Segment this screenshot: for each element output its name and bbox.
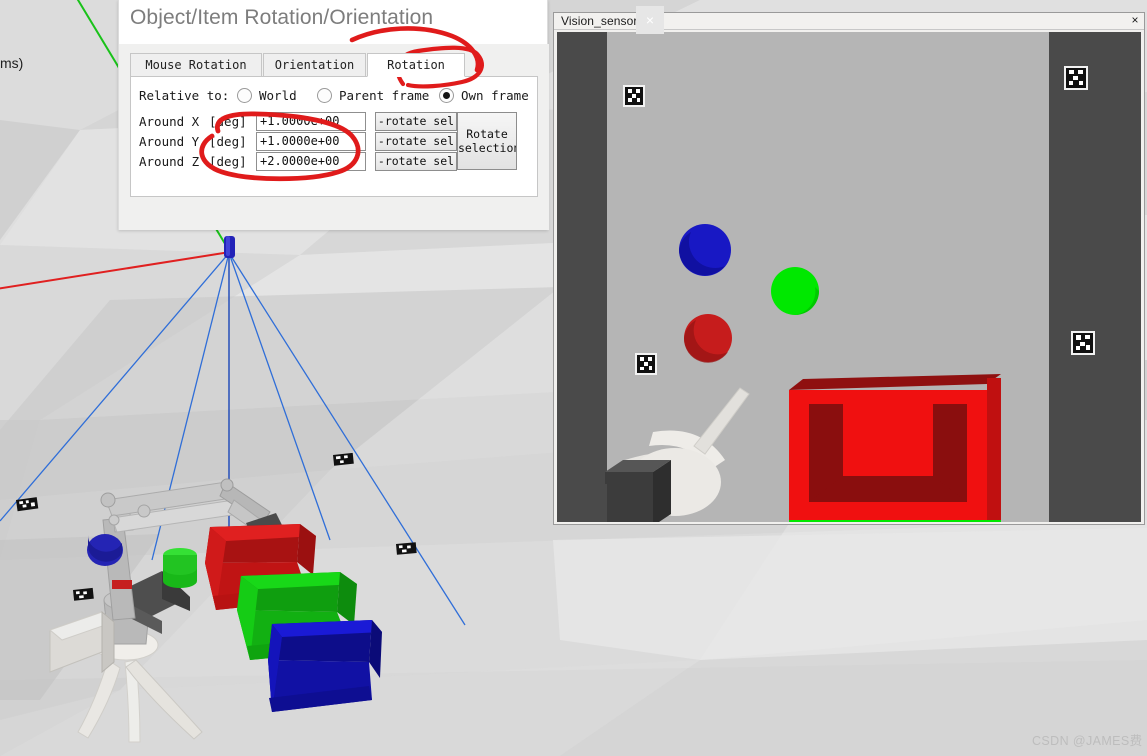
vision-sensor-render — [557, 32, 1141, 522]
relative-to-label: Relative to: — [139, 88, 230, 103]
around-y-rotate-button[interactable]: -rotate sel — [375, 132, 457, 151]
rotation-dialog-body: Mouse Rotation Orientation Rotation Rela… — [119, 44, 549, 230]
green-cylinder-part — [163, 548, 197, 588]
close-icon[interactable]: × — [636, 6, 664, 34]
green-platform — [789, 520, 1001, 522]
close-icon[interactable]: × — [1128, 13, 1142, 28]
radio-world[interactable] — [237, 88, 252, 103]
around-z-rotate-button[interactable]: -rotate sel — [375, 152, 457, 171]
around-z-unit: [deg] — [209, 154, 247, 169]
tab-rotation[interactable]: Rotation — [367, 53, 465, 77]
around-x-unit: [deg] — [209, 114, 247, 129]
around-y-input[interactable]: +1.0000e+00 — [256, 132, 366, 151]
around-z-label: Around Z — [139, 154, 200, 169]
radio-parent-frame[interactable] — [317, 88, 332, 103]
radio-world-label[interactable]: World — [259, 88, 297, 103]
letterbox-left — [557, 32, 607, 522]
rotation-dialog[interactable]: Object/Item Rotation/Orientation × Mouse… — [118, 0, 664, 230]
red-sphere — [683, 314, 732, 363]
aruco-marker-mid-right — [1071, 331, 1095, 355]
rotation-tabstrip: Mouse Rotation Orientation Rotation — [130, 53, 538, 77]
aruco-marker-top-left — [623, 85, 645, 107]
around-z-input[interactable]: +2.0000e+00 — [256, 152, 366, 171]
vision-sensor-image[interactable] — [557, 32, 1141, 522]
relative-to-row: Relative to: World Parent frame Own fram… — [139, 86, 529, 106]
rotate-selection-button[interactable]: Rotate selection — [457, 112, 517, 170]
radio-parent-frame-label[interactable]: Parent frame — [339, 88, 429, 103]
rotation-dialog-titlebar[interactable]: Object/Item Rotation/Orientation × — [119, 0, 664, 44]
aruco-marker-mid-left — [635, 353, 657, 375]
aruco-marker-top-right — [1064, 66, 1088, 90]
radio-own-frame[interactable] — [439, 88, 454, 103]
around-x-rotate-button[interactable]: -rotate sel — [375, 112, 457, 131]
tab-orientation[interactable]: Orientation — [263, 53, 366, 77]
radio-own-frame-label[interactable]: Own frame — [461, 88, 529, 103]
rotation-tab-panel: Relative to: World Parent frame Own fram… — [130, 76, 538, 197]
around-x-input[interactable]: +1.0000e+00 — [256, 112, 366, 131]
around-y-unit: [deg] — [209, 134, 247, 149]
watermark: CSDN @JAMES费 — [1032, 734, 1143, 748]
around-y-label: Around Y — [139, 134, 200, 149]
blue-bin — [268, 620, 382, 712]
vision-sensor-window[interactable]: Vision_sensor × — [553, 12, 1145, 525]
red-bin-fg — [789, 374, 1001, 520]
blue-sphere — [679, 224, 731, 276]
rotation-dialog-title: Object/Item Rotation/Orientation — [130, 6, 434, 29]
tab-mouse-rotation[interactable]: Mouse Rotation — [130, 53, 262, 77]
rotate-selection-line1: Rotate — [466, 127, 508, 141]
simulation-time-label: ms) — [0, 55, 24, 71]
vision-sensor-title: Vision_sensor — [561, 14, 638, 28]
around-x-label: Around X — [139, 114, 200, 129]
letterbox-right — [1049, 32, 1141, 522]
green-sphere — [771, 267, 819, 315]
rotate-selection-line2: selection — [458, 141, 517, 155]
